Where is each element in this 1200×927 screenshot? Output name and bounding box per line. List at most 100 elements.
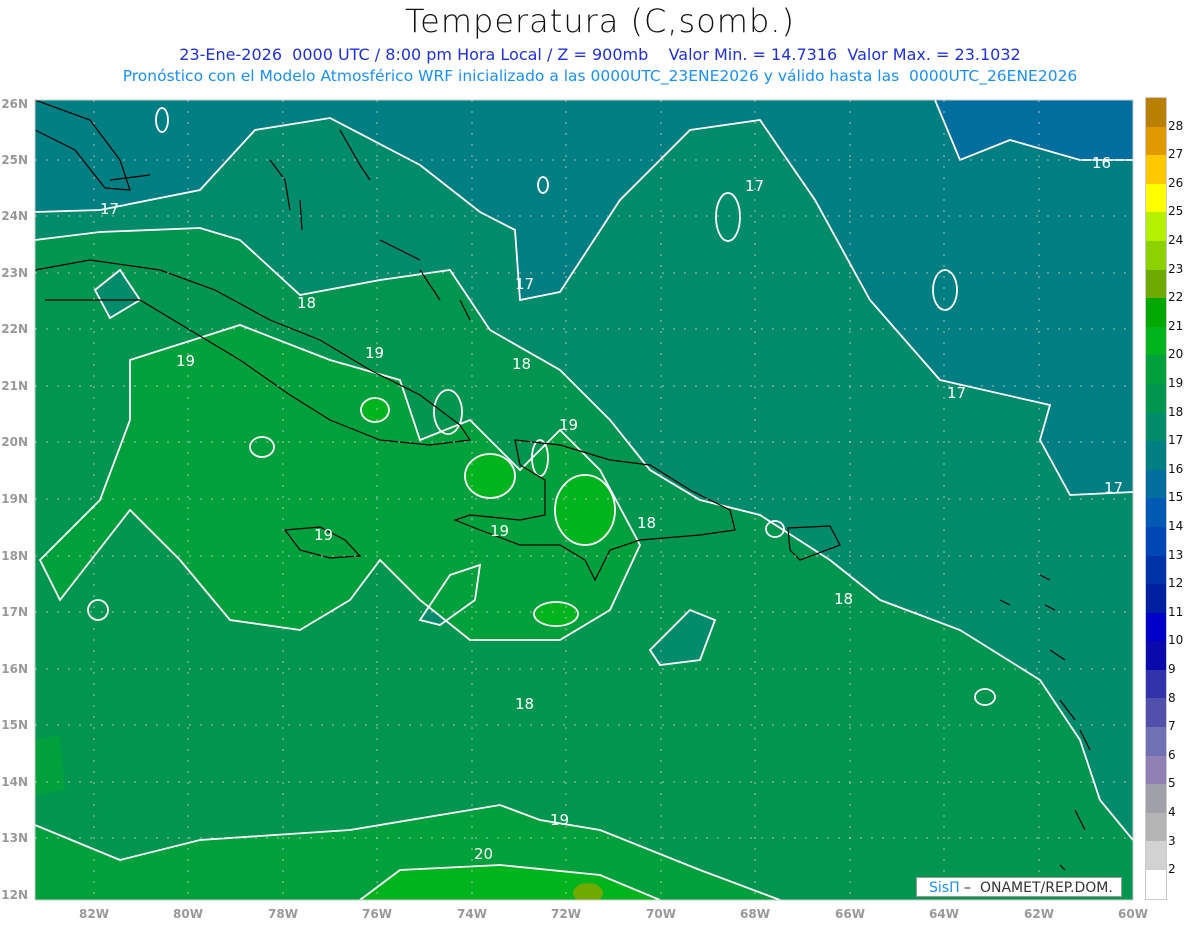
lat-label: 15N	[1, 718, 28, 732]
contour-label: 19	[365, 344, 384, 362]
contour-label: 19	[559, 416, 578, 434]
colorbar-swatch	[1146, 755, 1166, 785]
colorbar-swatch	[1146, 727, 1166, 756]
colorbar-label: 9	[1168, 662, 1176, 676]
colorbar-swatch	[1146, 812, 1166, 842]
colorbar-label: 13	[1168, 547, 1184, 562]
colorbar	[1145, 97, 1167, 900]
colorbar-label: 15	[1168, 490, 1184, 505]
contour-label: 17	[745, 177, 764, 195]
colorbar-label: 19	[1168, 376, 1184, 390]
colorbar-swatch	[1146, 870, 1166, 899]
lon-label: 64W	[929, 907, 959, 921]
lat-label: 21N	[1, 379, 28, 393]
colorbar-swatch	[1146, 498, 1166, 527]
lon-label: 62W	[1024, 907, 1054, 921]
colorbar-swatch	[1146, 183, 1166, 213]
colorbar-label: 14	[1168, 519, 1184, 533]
colorbar-label: 17	[1168, 433, 1184, 448]
lat-label: 20N	[1, 435, 28, 449]
lat-label: 13N	[1, 831, 28, 845]
lon-label: 82W	[79, 907, 109, 921]
colorbar-swatch	[1146, 355, 1166, 384]
lon-label: 66W	[835, 907, 865, 921]
sispi-logo: SisΠ	[929, 880, 960, 896]
latitude-axis: 26N 25N 24N 23N 22N 21N 20N 19N 18N 17N …	[1, 97, 28, 902]
contour-label: 19	[490, 522, 509, 540]
colorbar-label: 5	[1168, 776, 1176, 791]
contour-label: 17	[1104, 479, 1123, 497]
lon-label: 80W	[173, 907, 203, 921]
contour-label: 18	[512, 355, 531, 373]
lon-label: 78W	[268, 907, 298, 921]
lat-label: 19N	[1, 492, 28, 506]
temperature-map: 17 17 17 17 17 16 18 18 18 18 18 19 19 1…	[1, 97, 1148, 921]
colorbar-label: 2	[1168, 862, 1176, 877]
lat-label: 26N	[1, 97, 28, 111]
contour-label: 18	[637, 514, 656, 532]
colorbar-label: 8	[1168, 690, 1176, 705]
colorbar-label: 12	[1168, 576, 1184, 591]
credit-box: SisΠ – ONAMET/REP.DOM.	[916, 877, 1122, 897]
colorbar-label: 20	[1168, 347, 1184, 362]
contour-label: 17	[515, 275, 534, 293]
contour-label: 18	[834, 590, 853, 608]
colorbar-label: 22	[1168, 290, 1184, 305]
lat-label: 12N	[1, 888, 28, 902]
colorbar-label: 28	[1168, 118, 1184, 133]
colorbar-label: 23	[1168, 261, 1184, 276]
colorbar-label: 24	[1168, 233, 1184, 247]
colorbar-label: 6	[1168, 747, 1176, 762]
contour-label: 19	[314, 526, 333, 544]
contour-label: 19	[550, 811, 569, 829]
lat-label: 18N	[1, 549, 28, 563]
colorbar-swatch	[1146, 126, 1166, 156]
contour-label: 16	[1092, 154, 1111, 172]
lat-label: 23N	[1, 266, 28, 280]
colorbar-label: 4	[1168, 805, 1176, 819]
colorbar-swatch	[1146, 212, 1166, 241]
colorbar-swatch	[1146, 383, 1166, 413]
colorbar-label: 26	[1168, 175, 1184, 190]
lon-label: 76W	[362, 907, 392, 921]
colorbar-swatch	[1146, 584, 1166, 613]
colorbar-swatch	[1146, 298, 1166, 327]
colorbar-label: 18	[1168, 404, 1184, 419]
lat-label: 14N	[1, 775, 28, 789]
lon-label: 68W	[740, 907, 770, 921]
colorbar-label: 10	[1168, 633, 1184, 648]
contour-label: 20	[474, 845, 493, 863]
colorbar-swatch	[1146, 612, 1166, 642]
colorbar-label: 27	[1168, 147, 1184, 162]
contour-label: 18	[297, 294, 316, 312]
longitude-axis: 82W 80W 78W 76W 74W 72W 70W 68W 66W 64W …	[79, 907, 1148, 921]
colorbar-swatch	[1146, 641, 1166, 670]
lat-label: 24N	[1, 209, 28, 223]
colorbar-swatch	[1146, 240, 1166, 270]
colorbar-swatch	[1146, 555, 1166, 585]
colorbar-swatch	[1146, 698, 1166, 728]
colorbar-swatch	[1146, 469, 1166, 499]
lat-label: 22N	[1, 322, 28, 336]
lon-label: 70W	[646, 907, 676, 921]
contour-label: 19	[176, 352, 195, 370]
lon-label: 60W	[1118, 907, 1148, 921]
colorbar-swatch	[1146, 98, 1166, 127]
contour-label: 17	[100, 200, 119, 218]
colorbar-swatch	[1146, 784, 1166, 813]
contour-label: 18	[515, 695, 534, 713]
colorbar-swatch	[1146, 326, 1166, 356]
colorbar-swatch	[1146, 669, 1166, 699]
colorbar-swatch	[1146, 155, 1166, 184]
lat-label: 16N	[1, 662, 28, 676]
colorbar-label: 16	[1168, 461, 1184, 476]
colorbar-label: 21	[1168, 318, 1184, 333]
colorbar-label: 11	[1168, 604, 1184, 619]
lon-label: 72W	[551, 907, 581, 921]
contour-label: 17	[947, 384, 966, 402]
lat-label: 17N	[1, 605, 28, 619]
colorbar-label: 3	[1168, 833, 1176, 848]
colorbar-swatch	[1146, 412, 1166, 442]
colorbar-label: 25	[1168, 204, 1184, 219]
colorbar-swatch	[1146, 441, 1166, 470]
